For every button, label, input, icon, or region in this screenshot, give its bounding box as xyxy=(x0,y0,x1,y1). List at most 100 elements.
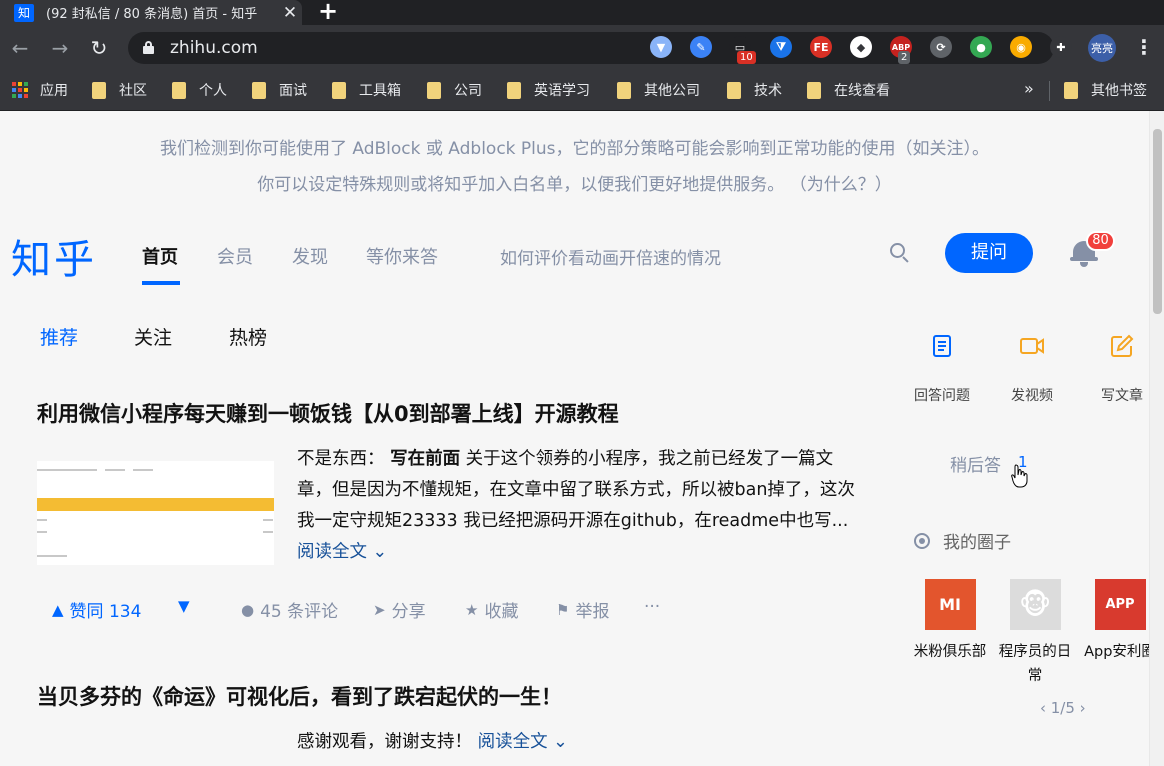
other-bookmarks[interactable]: 其他书签 xyxy=(1064,80,1147,100)
create-label: 发视频 xyxy=(1011,388,1053,404)
bookmark-label: 社区 xyxy=(119,83,147,99)
extension-badge: 2 xyxy=(898,51,911,64)
eyes-icon[interactable]: ◉ xyxy=(1010,36,1032,58)
collect-label: 收藏 xyxy=(484,602,519,622)
triangle-down-icon: ▼ xyxy=(178,597,190,615)
circle-item[interactable]: MI 米粉俱乐部 xyxy=(910,579,990,664)
bookmark-folder[interactable]: 其他公司 xyxy=(617,80,700,100)
adblock-line-2[interactable]: 你可以设定特殊规则或将知乎加入白名单，以便我们更好地提供服务。 （为什么？） xyxy=(0,167,1149,203)
reload-icon[interactable]: ↻ xyxy=(86,35,112,61)
browser-toolbar: ← → ↻ zhihu.com ★ ▼✎▭10⧩FE◆ABP2⟳●◉✚ 亮亮 ⋮ xyxy=(0,25,1164,71)
diamond-icon[interactable]: ◆ xyxy=(850,36,872,58)
bookmark-label: 个人 xyxy=(199,83,227,99)
bookmark-folder[interactable]: 在线查看 xyxy=(807,80,890,100)
fe-helper-icon[interactable]: FE xyxy=(810,36,832,58)
share-icon: ➤ xyxy=(373,600,386,619)
menu-kebab-icon[interactable]: ⋮ xyxy=(1134,35,1154,59)
close-icon[interactable]: ✕ xyxy=(280,3,300,23)
folder-icon xyxy=(332,81,346,99)
thumbnail-text-line xyxy=(37,469,97,471)
bookmark-folder[interactable]: 英语学习 xyxy=(507,80,590,100)
share-button[interactable]: ➤ 分享 xyxy=(373,597,426,623)
colorful-icon[interactable]: ● xyxy=(970,36,992,58)
bookmark-folder[interactable]: 社区 xyxy=(92,80,147,100)
answer-question-button[interactable]: 回答问题 xyxy=(907,333,977,405)
edit-icon[interactable]: ✎ xyxy=(690,36,712,58)
address-bar[interactable]: zhihu.com ★ xyxy=(128,32,1054,64)
folder-icon xyxy=(1064,81,1078,99)
page-scrollbar[interactable] xyxy=(1149,111,1164,766)
thumbnail-highlight-bar xyxy=(37,498,274,511)
bookmark-label: 英语学习 xyxy=(534,83,590,99)
report-button[interactable]: ⚑ 举报 xyxy=(556,597,610,623)
answer-later-link[interactable]: 稍后答 xyxy=(950,451,1001,476)
tab-hot[interactable]: 热榜 xyxy=(229,323,267,350)
search-icon[interactable] xyxy=(890,243,910,263)
read-more-link[interactable]: 阅读全文 ⌄ xyxy=(478,732,568,752)
card-excerpt[interactable]: 不是东西： 写在前面 关于这个领券的小程序，我之前已经发了一篇文章，但是因为不懂… xyxy=(297,444,857,568)
card-title[interactable]: 利用微信小程序每天赚到一顿饭钱【从0到部署上线】开源教程 xyxy=(37,398,619,428)
tab-recommend[interactable]: 推荐 xyxy=(40,323,78,350)
nav-waiting-answer[interactable]: 等你来答 xyxy=(366,243,438,269)
zhihu-logo[interactable]: 知乎 xyxy=(11,227,97,285)
comment-button[interactable]: ● 45 条评论 xyxy=(241,597,338,623)
folder-icon xyxy=(807,81,821,99)
my-circles-title: 我的圈子 xyxy=(943,533,1011,553)
bookmark-folder[interactable]: 技术 xyxy=(727,80,782,100)
nav-discover[interactable]: 发现 xyxy=(292,243,328,269)
thumbnail-text-line xyxy=(37,555,67,557)
nav-home[interactable]: 首页 xyxy=(142,243,178,269)
card-excerpt[interactable]: 感谢观看，谢谢支持！ 阅读全文 ⌄ xyxy=(297,728,568,753)
bookmark-label: 工具箱 xyxy=(359,83,401,99)
author-name[interactable]: 不是东西： xyxy=(297,449,385,469)
more-bookmarks-icon[interactable]: » xyxy=(1024,79,1034,98)
excerpt-text: 感谢观看，谢谢支持！ xyxy=(297,732,472,752)
grey-circle-icon[interactable]: ⟳ xyxy=(930,36,952,58)
bookmark-label: 在线查看 xyxy=(834,83,890,99)
nav-membership[interactable]: 会员 xyxy=(217,243,253,269)
upvote-label: 赞同 134 xyxy=(69,602,142,622)
upvote-button[interactable]: ▲ 赞同 134 xyxy=(52,597,142,623)
bookmark-label: 应用 xyxy=(40,83,68,99)
ask-question-button[interactable]: 提问 xyxy=(945,233,1033,273)
bookmark-label: 公司 xyxy=(454,83,482,99)
folder-icon xyxy=(507,81,521,99)
card-title[interactable]: 当贝多芬的《命运》可视化后，看到了跌宕起伏的一生！ xyxy=(37,681,562,711)
circle-name: 米粉俱乐部 xyxy=(913,644,987,660)
write-article-button[interactable]: 写文章 xyxy=(1087,333,1157,405)
scrollbar-thumb[interactable] xyxy=(1153,129,1162,314)
folder-icon xyxy=(427,81,441,99)
report-label: 举报 xyxy=(575,602,610,622)
url-text: zhihu.com xyxy=(170,38,258,58)
bookmark-folder[interactable]: 面试 xyxy=(252,80,307,100)
collect-button[interactable]: ★ 收藏 xyxy=(465,597,519,623)
puzzle-icon[interactable]: ✚ xyxy=(1050,36,1072,58)
vue-devtools-icon[interactable]: ▼ xyxy=(650,36,672,58)
excerpt-lead: 写在前面 xyxy=(390,449,461,469)
circle-item[interactable]: 🐵 程序员的日常 xyxy=(995,579,1075,688)
profile-avatar[interactable]: 亮亮 xyxy=(1088,34,1116,62)
post-video-button[interactable]: 发视频 xyxy=(997,333,1067,405)
circle-pager[interactable]: ‹ 1/5 › xyxy=(1040,699,1086,717)
search-input[interactable]: 如何评价看动画开倍速的情况 xyxy=(500,244,721,269)
dropbox-icon[interactable]: ⧩ xyxy=(770,36,792,58)
article-thumbnail[interactable] xyxy=(37,461,274,565)
folder-icon xyxy=(727,81,741,99)
circle-item[interactable]: APP App安利圈 xyxy=(1080,579,1160,664)
zhihu-page: 我们检测到你可能使用了 AdBlock 或 Adblock Plus，它的部分策… xyxy=(0,111,1164,766)
bookmark-folder[interactable]: 公司 xyxy=(427,80,482,100)
tab-follow[interactable]: 关注 xyxy=(134,323,172,350)
back-icon[interactable]: ← xyxy=(7,35,33,61)
thumbnail-text-line xyxy=(37,531,47,533)
folder-icon xyxy=(92,81,106,99)
browser-tab[interactable]: 知 (92 封私信 / 80 条消息) 首页 - 知乎 ✕ xyxy=(0,0,302,25)
bookmark-folder[interactable]: 个人 xyxy=(172,80,227,100)
bookmark-label: 面试 xyxy=(279,83,307,99)
read-more-link[interactable]: 阅读全文 ⌄ xyxy=(297,542,387,562)
more-actions-button[interactable]: ··· xyxy=(644,597,660,617)
bookmark-apps[interactable]: 应用 xyxy=(12,80,68,100)
bookmark-folder[interactable]: 工具箱 xyxy=(332,80,401,100)
downvote-button[interactable]: ▼ xyxy=(178,597,196,615)
new-tab-button[interactable]: + xyxy=(318,0,338,25)
forward-icon[interactable]: → xyxy=(47,35,73,61)
